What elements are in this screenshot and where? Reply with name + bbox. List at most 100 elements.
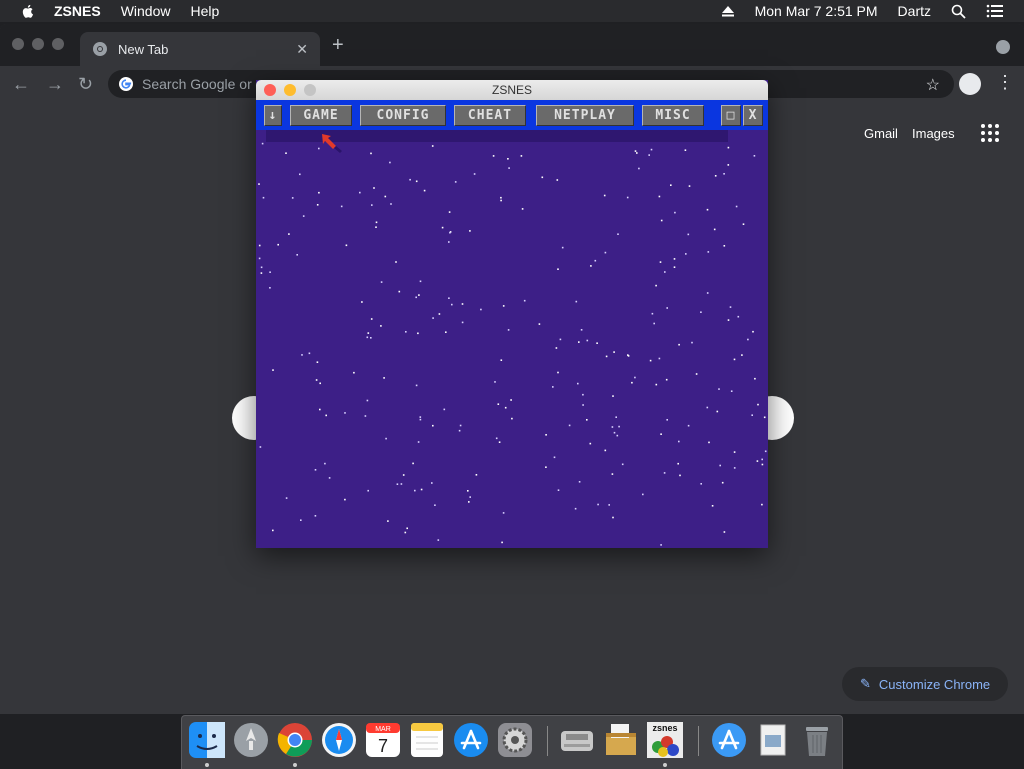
app-store-folder-icon[interactable] xyxy=(710,721,748,759)
tab-title: New Tab xyxy=(118,41,169,57)
star-dot xyxy=(604,449,607,452)
star-dot xyxy=(737,315,740,318)
chrome-tabstrip: New Tab ✕ + xyxy=(0,24,1024,66)
star-dot xyxy=(383,377,385,379)
star-dot xyxy=(285,152,287,154)
zsnes-config-menu[interactable]: CONFIG xyxy=(360,105,446,126)
star-dot xyxy=(626,196,629,199)
zsnes-minimize-button[interactable]: □ xyxy=(721,105,741,126)
zsnes-zoom-light[interactable] xyxy=(304,84,316,96)
launchpad-icon[interactable] xyxy=(232,721,270,759)
star-dot xyxy=(753,155,756,157)
back-arrow-icon[interactable]: ← xyxy=(12,74,30,94)
chrome-menu-kebab-icon[interactable]: ⋮ xyxy=(996,72,1014,92)
zsnes-misc-menu[interactable]: MISC xyxy=(642,105,704,126)
images-link[interactable]: Images xyxy=(912,126,955,141)
bookmark-star-icon[interactable]: ☆ xyxy=(926,75,940,95)
google-apps-grid-icon[interactable] xyxy=(981,124,999,142)
star-dot xyxy=(685,253,687,255)
chrome-close-light[interactable] xyxy=(12,38,24,50)
calendar-icon[interactable]: MAR 7 xyxy=(364,721,402,759)
system-preferences-icon[interactable] xyxy=(496,721,534,759)
chrome-favicon-icon xyxy=(93,42,107,56)
star-dot xyxy=(498,441,501,443)
zsnes-icon[interactable]: zsnes xyxy=(646,721,684,759)
star-dot xyxy=(501,541,503,544)
star-dot xyxy=(730,390,733,392)
star-dot xyxy=(259,446,262,448)
archive-utility-icon[interactable] xyxy=(602,721,640,759)
star-dot xyxy=(733,358,736,361)
tab-close-icon[interactable]: ✕ xyxy=(296,41,308,58)
preview-icon[interactable] xyxy=(754,721,792,759)
star-dot xyxy=(673,258,676,260)
star-dot xyxy=(721,481,724,484)
customize-chrome-button[interactable]: ✎ Customize Chrome xyxy=(842,667,1008,701)
tab-new-tab[interactable]: New Tab ✕ xyxy=(80,32,320,66)
star-dot xyxy=(586,419,588,421)
notification-center-icon[interactable] xyxy=(986,4,1004,18)
menubar-clock[interactable]: Mon Mar 7 2:51 PM xyxy=(755,3,878,19)
chrome-zoom-light[interactable] xyxy=(52,38,64,50)
zsnes-netplay-menu[interactable]: NETPLAY xyxy=(536,105,634,126)
tab-search-icon[interactable] xyxy=(996,40,1010,54)
star-dot xyxy=(761,463,764,466)
star-dot xyxy=(575,300,578,303)
safari-icon[interactable] xyxy=(320,721,358,759)
star-dot xyxy=(578,481,581,483)
star-dot xyxy=(729,306,732,308)
star-dot xyxy=(308,352,311,355)
star-dot xyxy=(752,330,754,333)
star-dot xyxy=(608,504,610,506)
zsnes-titlebar[interactable]: ZSNES xyxy=(256,80,768,100)
trash-icon[interactable] xyxy=(798,721,836,759)
menubar-window[interactable]: Window xyxy=(121,3,171,19)
forward-arrow-icon[interactable]: → xyxy=(46,74,64,94)
notes-icon[interactable] xyxy=(408,721,446,759)
profile-avatar-icon[interactable] xyxy=(959,73,981,95)
star-dot xyxy=(387,520,389,522)
new-tab-plus-icon[interactable]: + xyxy=(332,35,344,55)
menubar-app-name[interactable]: ZSNES xyxy=(54,3,101,19)
zsnes-game-menu[interactable]: GAME xyxy=(290,105,352,126)
chrome-minimize-light[interactable] xyxy=(32,38,44,50)
snes-icon[interactable] xyxy=(558,721,596,759)
spotlight-search-icon[interactable] xyxy=(951,4,966,19)
zsnes-minimize-light[interactable] xyxy=(284,84,296,96)
app-store-icon[interactable] xyxy=(452,721,490,759)
eject-icon[interactable] xyxy=(721,5,735,17)
star-dot xyxy=(611,473,614,475)
star-dot xyxy=(556,179,559,181)
calendar-month-label: MAR xyxy=(375,726,391,733)
star-dot xyxy=(417,441,420,443)
star-dot xyxy=(756,460,759,462)
menubar-user[interactable]: Dartz xyxy=(898,3,931,19)
zsnes-arrow-button[interactable]: ↓ xyxy=(264,105,282,126)
zsnes-cheat-menu[interactable]: CHEAT xyxy=(454,105,526,126)
chrome-icon[interactable] xyxy=(276,721,314,759)
star-dot xyxy=(459,424,462,427)
zsnes-close-button[interactable]: X xyxy=(743,105,763,126)
star-dot xyxy=(559,338,562,341)
star-dot xyxy=(594,259,597,262)
star-dot xyxy=(649,359,652,362)
star-dot xyxy=(437,539,440,541)
star-dot xyxy=(261,142,264,145)
menubar-help[interactable]: Help xyxy=(190,3,219,19)
star-dot xyxy=(761,458,763,461)
star-dot xyxy=(344,498,346,501)
apple-icon[interactable] xyxy=(20,3,36,19)
star-dot xyxy=(414,489,416,492)
star-dot xyxy=(666,419,668,421)
macos-menubar: ZSNES Window Help Mon Mar 7 2:51 PM Dart… xyxy=(0,0,1024,22)
star-dot xyxy=(370,152,372,155)
star-dot xyxy=(454,181,457,183)
star-dot xyxy=(494,381,496,383)
zsnes-close-light[interactable] xyxy=(264,84,276,96)
gmail-link[interactable]: Gmail xyxy=(864,126,898,141)
reload-icon[interactable]: ↻ xyxy=(78,74,93,94)
zsnes-arrow-cursor-icon xyxy=(322,134,342,153)
star-dot xyxy=(467,490,469,492)
star-dot xyxy=(492,155,495,157)
finder-icon[interactable] xyxy=(188,721,226,759)
